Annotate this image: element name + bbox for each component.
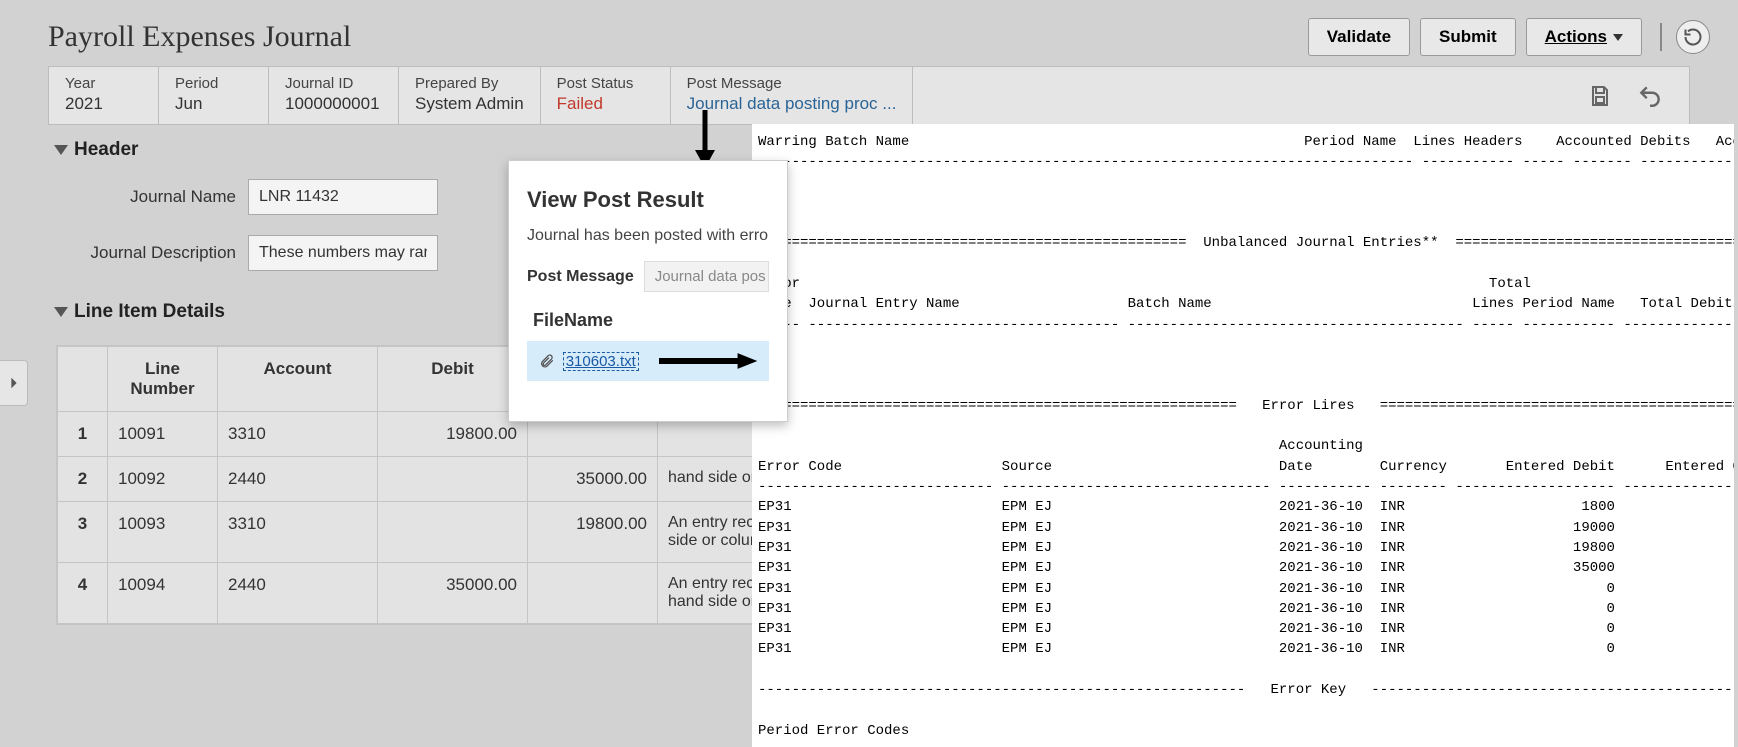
cell-line-number: 10091 xyxy=(108,412,218,457)
submit-button[interactable]: Submit xyxy=(1420,18,1516,56)
meta-poststatus-value: Failed xyxy=(557,94,654,114)
cell-rownum: 3 xyxy=(58,502,108,563)
cell-rownum: 1 xyxy=(58,412,108,457)
cell-line-number: 10094 xyxy=(108,563,218,624)
meta-postmessage-label: Post Message xyxy=(687,75,897,92)
save-button[interactable] xyxy=(1585,81,1615,111)
cell-debit xyxy=(378,457,528,502)
cell-line-number: 10093 xyxy=(108,502,218,563)
meta-year-value: 2021 xyxy=(65,94,142,114)
meta-year-label: Year xyxy=(65,75,142,92)
meta-preparedby-label: Prepared By xyxy=(415,75,524,92)
collapse-icon xyxy=(54,307,68,317)
journal-name-input[interactable] xyxy=(248,179,438,215)
validate-button[interactable]: Validate xyxy=(1308,18,1410,56)
meta-period-value: Jun xyxy=(175,94,252,114)
col-account: Account xyxy=(218,347,378,412)
refresh-icon xyxy=(1683,27,1703,47)
col-rownum xyxy=(58,347,108,412)
col-debit: Debit xyxy=(378,347,528,412)
journal-meta-row: Year 2021 Period Jun Journal ID 10000000… xyxy=(48,66,1690,125)
col-line-number: Line Number xyxy=(108,347,218,412)
cell-account: 2440 xyxy=(218,563,378,624)
left-drawer-toggle[interactable] xyxy=(0,360,28,406)
cell-credit: 19800.00 xyxy=(528,502,658,563)
cell-debit: 19800.00 xyxy=(378,412,528,457)
meta-poststatus-label: Post Status xyxy=(557,75,654,92)
refresh-button[interactable] xyxy=(1676,20,1710,54)
panel-subtitle: Journal has been posted with erro xyxy=(527,227,769,245)
panel-file-row: 310603.txt xyxy=(527,341,769,381)
meta-preparedby-value: System Admin xyxy=(415,94,524,114)
cell-account: 2440 xyxy=(218,457,378,502)
post-result-report: Warring Batch Name Period Name Lines Hea… xyxy=(752,124,1734,747)
cell-account: 3310 xyxy=(218,502,378,563)
meta-period-label: Period xyxy=(175,75,252,92)
meta-journalid-value: 1000000001 xyxy=(285,94,382,114)
meta-postmessage-link[interactable]: Journal data posting proc ... xyxy=(687,94,897,114)
panel-file-link[interactable]: 310603.txt xyxy=(563,352,639,371)
cell-line-number: 10092 xyxy=(108,457,218,502)
panel-title: View Post Result xyxy=(527,187,769,213)
journal-desc-label: Journal Description xyxy=(56,243,236,263)
header-section-label: Header xyxy=(74,139,138,161)
undo-icon xyxy=(1637,83,1663,109)
topbar-actions: Validate Submit Actions xyxy=(1308,18,1710,56)
toolbar-separator xyxy=(1660,23,1662,51)
cell-credit xyxy=(528,563,658,624)
meta-journalid-label: Journal ID xyxy=(285,75,382,92)
cell-credit: 35000.00 xyxy=(528,457,658,502)
cell-debit xyxy=(378,502,528,563)
view-post-result-panel: View Post Result Journal has been posted… xyxy=(508,160,788,422)
journal-desc-input[interactable] xyxy=(248,235,438,271)
panel-postmessage-value: Journal data pos xyxy=(644,261,769,292)
panel-filename-label: FileName xyxy=(533,310,769,331)
actions-menu-button[interactable]: Actions xyxy=(1526,18,1642,56)
actions-label: Actions xyxy=(1545,27,1607,47)
page-title: Payroll Expenses Journal xyxy=(48,20,351,54)
collapse-icon xyxy=(54,145,68,155)
undo-button[interactable] xyxy=(1635,81,1665,111)
panel-postmessage-label: Post Message xyxy=(527,268,634,286)
annotation-arrow-right-icon xyxy=(659,351,757,371)
cell-debit: 35000.00 xyxy=(378,563,528,624)
attachment-icon xyxy=(539,353,555,369)
cell-rownum: 4 xyxy=(58,563,108,624)
details-section-label: Line Item Details xyxy=(74,301,225,323)
cell-account: 3310 xyxy=(218,412,378,457)
cell-rownum: 2 xyxy=(58,457,108,502)
chevron-right-icon xyxy=(7,376,21,390)
chevron-down-icon xyxy=(1613,34,1623,41)
topbar: Payroll Expenses Journal Validate Submit… xyxy=(0,0,1738,66)
save-icon xyxy=(1588,84,1612,108)
journal-name-label: Journal Name xyxy=(56,187,236,207)
